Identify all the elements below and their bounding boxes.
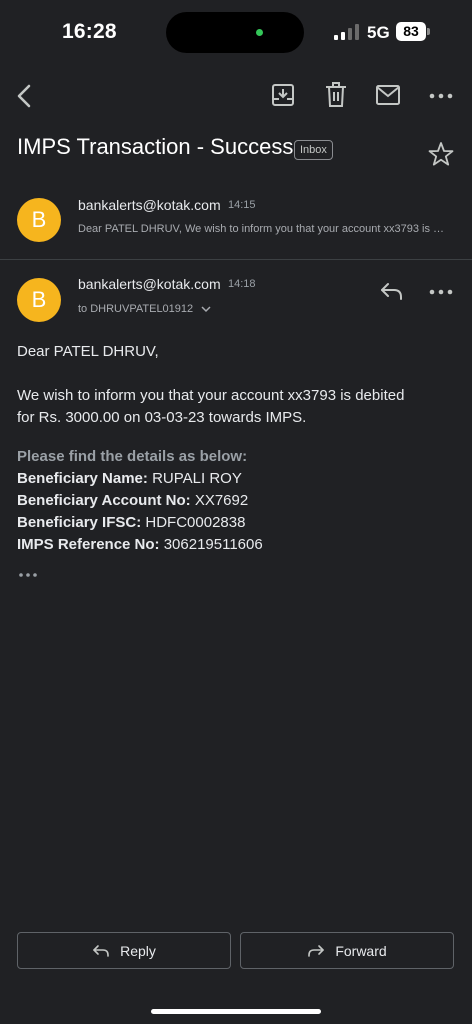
- network-type: 5G: [367, 23, 390, 42]
- home-indicator[interactable]: [151, 1009, 321, 1014]
- star-outline-icon[interactable]: [428, 141, 454, 167]
- more-horizontal-icon[interactable]: [428, 284, 454, 300]
- divider: [0, 259, 472, 260]
- avatar[interactable]: B: [17, 198, 61, 242]
- forward-icon: [308, 944, 325, 957]
- detail-value: HDFC0002838: [145, 514, 246, 531]
- message-time: 14:15: [228, 199, 256, 211]
- details-heading: Please find the details as below:: [17, 448, 248, 465]
- email-greeting: Dear PATEL DHRUV,: [17, 343, 159, 360]
- detail-label: Beneficiary Name:: [17, 470, 148, 487]
- recipient-text: to DHRUVPATEL01912: [78, 303, 194, 315]
- reply-label: Reply: [120, 942, 156, 959]
- detail-value: XX7692: [194, 492, 249, 509]
- email-body-line: We wish to inform you that your account …: [17, 387, 405, 404]
- detail-value: RUPALI ROY: [152, 470, 242, 487]
- archive-icon[interactable]: [270, 82, 296, 108]
- forward-button[interactable]: Forward: [240, 932, 454, 969]
- status-time: 16:28: [62, 20, 117, 43]
- detail-row: Beneficiary Account No: XX7692: [17, 490, 248, 512]
- reply-icon[interactable]: [380, 281, 404, 301]
- detail-value: 306219511606: [163, 536, 263, 553]
- reply-icon: [93, 944, 109, 957]
- chevron-down-icon: [201, 306, 211, 313]
- detail-row: IMPS Reference No: 306219511606: [17, 534, 263, 556]
- battery-cap: [427, 28, 430, 35]
- detail-row: Beneficiary Name: RUPALI ROY: [17, 468, 242, 490]
- dynamic-island: [166, 12, 304, 53]
- email-body-line: for Rs. 3000.00 on 03-03-23 towards IMPS…: [17, 409, 307, 426]
- chevron-left-icon[interactable]: [12, 80, 40, 112]
- signal-icon: [334, 24, 360, 40]
- more-horizontal-icon[interactable]: [428, 88, 454, 104]
- inbox-label-chip[interactable]: Inbox: [294, 140, 333, 160]
- trash-icon[interactable]: [324, 82, 348, 108]
- detail-label: Beneficiary IFSC:: [17, 514, 142, 531]
- avatar[interactable]: B: [17, 278, 61, 322]
- status-bar: 16:28 5G 83: [0, 0, 472, 64]
- forward-label: Forward: [335, 942, 387, 959]
- detail-label: Beneficiary Account No:: [17, 492, 191, 509]
- message-snippet: Dear PATEL DHRUV, We wish to inform you …: [78, 223, 450, 235]
- email-subject: IMPS Transaction - Success: [17, 134, 294, 159]
- mail-icon[interactable]: [375, 84, 401, 106]
- show-trimmed-content-icon[interactable]: [18, 570, 38, 580]
- detail-label: IMPS Reference No:: [17, 536, 160, 553]
- camera-indicator-icon: [256, 29, 263, 36]
- detail-row: Beneficiary IFSC: HDFC0002838: [17, 512, 245, 534]
- message-time: 14:18: [228, 278, 256, 290]
- reply-button[interactable]: Reply: [17, 932, 231, 969]
- sender-email: bankalerts@kotak.com: [78, 197, 221, 213]
- sender-email[interactable]: bankalerts@kotak.com: [78, 276, 221, 292]
- recipient-details[interactable]: to DHRUVPATEL01912: [78, 303, 211, 315]
- battery-icon: 83: [396, 22, 426, 41]
